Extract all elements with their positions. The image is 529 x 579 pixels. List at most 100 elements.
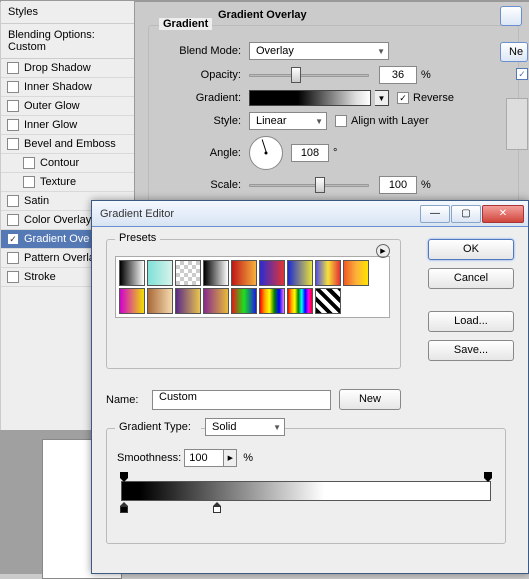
checkbox[interactable] xyxy=(23,157,35,169)
style-item-label: Inner Shadow xyxy=(24,81,92,93)
checkbox[interactable]: ✓ xyxy=(7,233,19,245)
deg-label: ° xyxy=(333,147,337,159)
new-style-button-cropped[interactable]: Ne xyxy=(500,42,528,62)
layer-style-dialog: Styles Blending Options: Custom Drop Sha… xyxy=(0,0,529,2)
preset-swatch-0[interactable] xyxy=(119,260,145,286)
style-item-label: Inner Glow xyxy=(24,119,77,131)
gradient-preview[interactable] xyxy=(249,90,371,106)
blend-mode-label: Blend Mode: xyxy=(159,45,249,57)
style-item-label: Gradient Ove xyxy=(24,233,89,245)
checkbox[interactable] xyxy=(7,214,19,226)
opacity-value[interactable]: 36 xyxy=(379,66,417,84)
opacity-stop-left[interactable] xyxy=(119,472,129,482)
preset-swatch-6[interactable] xyxy=(287,260,313,286)
maximize-button[interactable]: ▢ xyxy=(451,205,481,223)
align-checkbox[interactable] xyxy=(335,115,347,127)
checkbox[interactable] xyxy=(7,100,19,112)
color-stop-left[interactable] xyxy=(119,502,129,513)
window-title: Gradient Editor xyxy=(96,208,419,220)
presets-legend: Presets xyxy=(115,232,160,244)
style-select[interactable]: Linear xyxy=(249,112,327,130)
preset-swatch-1[interactable] xyxy=(147,260,173,286)
opacity-slider[interactable] xyxy=(249,66,369,84)
preset-swatch-11[interactable] xyxy=(175,288,201,314)
cancel-button[interactable]: Cancel xyxy=(428,268,514,289)
preset-swatch-2[interactable] xyxy=(175,260,201,286)
group-legend: Gradient xyxy=(159,18,212,30)
close-button[interactable]: ✕ xyxy=(482,205,524,223)
style-item-texture[interactable]: Texture xyxy=(1,173,134,192)
checkbox[interactable] xyxy=(7,138,19,150)
checkbox[interactable] xyxy=(7,81,19,93)
style-item-inner-shadow[interactable]: Inner Shadow xyxy=(1,78,134,97)
gradient-type-select[interactable]: Solid xyxy=(205,418,285,436)
preview-checkbox[interactable]: ✓ xyxy=(516,68,528,80)
checkbox[interactable] xyxy=(7,252,19,264)
preset-swatch-7[interactable] xyxy=(315,260,341,286)
name-input[interactable]: Custom xyxy=(152,390,331,410)
style-label: Style: xyxy=(159,115,249,127)
scale-slider[interactable] xyxy=(249,176,369,194)
style-item-label: Outer Glow xyxy=(24,100,80,112)
save-button[interactable]: Save... xyxy=(428,340,514,361)
titlebar[interactable]: Gradient Editor — ▢ ✕ xyxy=(92,201,528,227)
style-item-outer-glow[interactable]: Outer Glow xyxy=(1,97,134,116)
reverse-checkbox[interactable]: ✓ xyxy=(397,92,409,104)
angle-dial[interactable] xyxy=(249,136,283,170)
style-item-contour[interactable]: Contour xyxy=(1,154,134,173)
pct-label-2: % xyxy=(421,179,431,191)
style-item-label: Contour xyxy=(40,157,79,169)
gradient-group: Gradient Blend Mode: Overlay Opacity: 36… xyxy=(148,25,519,213)
preset-swatch-8[interactable] xyxy=(343,260,369,286)
gradient-bar[interactable] xyxy=(117,481,495,525)
preset-swatch-4[interactable] xyxy=(231,260,257,286)
preset-swatch-14[interactable] xyxy=(259,288,285,314)
preset-swatch-12[interactable] xyxy=(203,288,229,314)
style-item-label: Color Overlay xyxy=(24,214,91,226)
reverse-label: Reverse xyxy=(413,92,454,104)
checkbox[interactable] xyxy=(7,62,19,74)
preset-swatch-10[interactable] xyxy=(147,288,173,314)
style-item-label: Bevel and Emboss xyxy=(24,138,116,150)
angle-value[interactable]: 108 xyxy=(291,144,329,162)
preset-swatch-5[interactable] xyxy=(259,260,285,286)
style-item-label: Satin xyxy=(24,195,49,207)
color-stop-mid[interactable] xyxy=(212,502,222,513)
checkbox[interactable] xyxy=(7,271,19,283)
opacity-stop-right[interactable] xyxy=(483,472,493,482)
style-item-bevel-and-emboss[interactable]: Bevel and Emboss xyxy=(1,135,134,154)
style-item-drop-shadow[interactable]: Drop Shadow xyxy=(1,59,134,78)
blending-options-row[interactable]: Blending Options: Custom xyxy=(1,24,134,59)
styles-header[interactable]: Styles xyxy=(1,1,134,24)
scale-value[interactable]: 100 xyxy=(379,176,417,194)
style-item-label: Drop Shadow xyxy=(24,62,91,74)
preset-swatch-9[interactable] xyxy=(119,288,145,314)
load-button[interactable]: Load... xyxy=(428,311,514,332)
preset-swatch-16[interactable] xyxy=(315,288,341,314)
checkbox[interactable] xyxy=(7,119,19,131)
preset-swatch-3[interactable] xyxy=(203,260,229,286)
checkbox[interactable] xyxy=(7,195,19,207)
opacity-label: Opacity: xyxy=(159,69,249,81)
gradient-picker-button[interactable]: ▼ xyxy=(375,90,389,106)
top-button-cropped[interactable] xyxy=(500,6,522,26)
style-item-inner-glow[interactable]: Inner Glow xyxy=(1,116,134,135)
gradient-type-group: Gradient Type: Solid Smoothness: 100 ▶ % xyxy=(106,428,506,544)
checkbox[interactable] xyxy=(23,176,35,188)
preset-swatch-13[interactable] xyxy=(231,288,257,314)
align-label: Align with Layer xyxy=(351,115,429,127)
style-item-label: Pattern Overlay xyxy=(24,252,100,264)
pct-label-3: % xyxy=(243,452,253,464)
smoothness-label: Smoothness: xyxy=(117,452,181,464)
angle-label: Angle: xyxy=(159,147,249,159)
presets-menu-button[interactable]: ▶ xyxy=(376,244,390,258)
blend-mode-select[interactable]: Overlay xyxy=(249,42,389,60)
new-button[interactable]: New xyxy=(339,389,401,410)
preset-swatch-15[interactable] xyxy=(287,288,313,314)
name-label: Name: xyxy=(106,394,152,406)
minimize-button[interactable]: — xyxy=(420,205,450,223)
right-buttons: Ne ✓ xyxy=(500,3,528,150)
smoothness-spinner[interactable]: ▶ xyxy=(223,449,237,467)
ok-button[interactable]: OK xyxy=(428,239,514,260)
smoothness-value[interactable]: 100 xyxy=(184,449,224,467)
